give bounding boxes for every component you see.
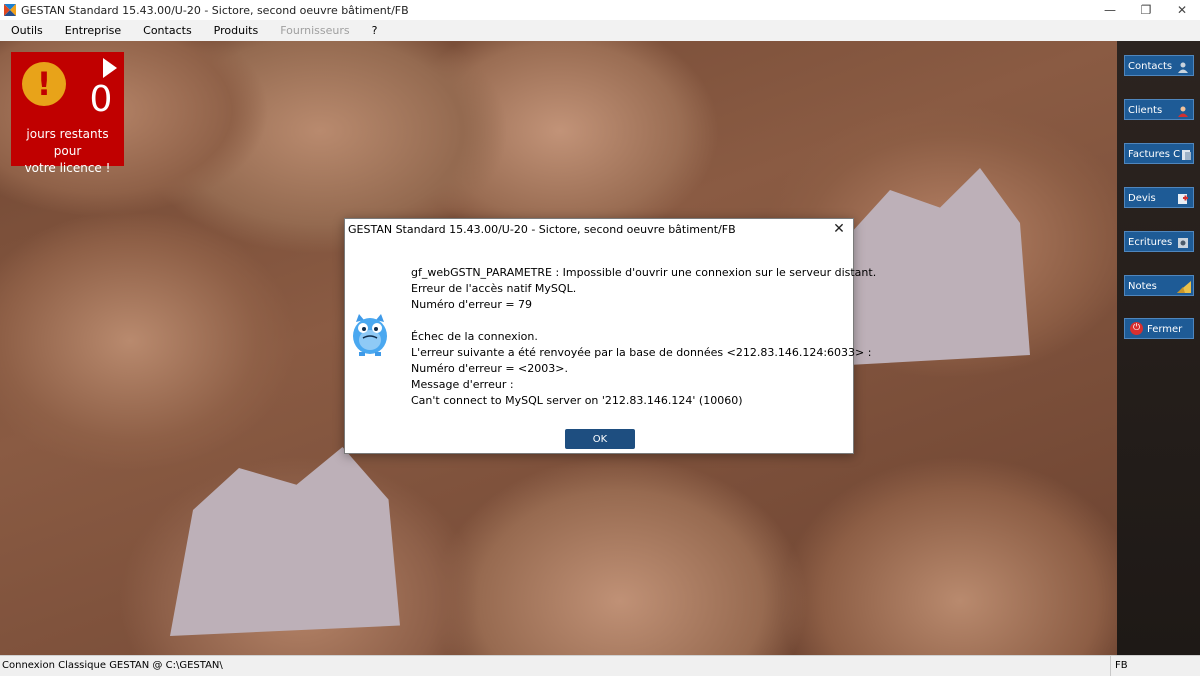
license-days-count: 0 [89, 79, 113, 120]
title-bar: GESTAN Standard 15.43.00/U-20 - Sictore,… [0, 0, 1200, 20]
side-button-label: Ecritures [1128, 237, 1173, 248]
side-button-notes[interactable]: Notes [1124, 275, 1194, 296]
side-button-fermer[interactable]: ⏻ Fermer [1124, 318, 1194, 339]
license-text: jours restants pour votre licence ! [11, 126, 124, 177]
restore-button[interactable]: ❐ [1128, 0, 1164, 20]
error-line: Erreur de l'accès natif MySQL. [411, 282, 577, 295]
status-bar: Connexion Classique GESTAN @ C:\GESTAN\ … [0, 655, 1200, 676]
error-line: Numéro d'erreur = 79 [411, 298, 533, 311]
side-button-label: Factures C [1128, 149, 1181, 160]
play-icon[interactable] [103, 58, 117, 78]
menu-produits[interactable]: Produits [203, 20, 270, 41]
side-button-label: Fermer [1147, 324, 1183, 335]
error-dialog: GESTAN Standard 15.43.00/U-20 - Sictore,… [344, 218, 877, 454]
side-button-factures[interactable]: Factures C [1124, 143, 1194, 164]
dialog-close-button[interactable]: ✕ [830, 221, 848, 237]
dialog-title: GESTAN Standard 15.43.00/U-20 - Sictore,… [348, 223, 736, 236]
menu-outils[interactable]: Outils [0, 20, 54, 41]
client-icon [1177, 104, 1189, 117]
side-button-clients[interactable]: Clients [1124, 99, 1194, 120]
person-icon [1177, 60, 1189, 73]
broken-shell-left [170, 447, 400, 636]
ledger-icon [1177, 236, 1189, 248]
menu-fournisseurs: Fournisseurs [280, 24, 350, 37]
error-line: Échec de la connexion. [411, 330, 538, 343]
side-button-label: Contacts [1128, 61, 1173, 72]
side-button-devis[interactable]: Devis [1124, 187, 1194, 208]
invoice-icon [1180, 148, 1192, 160]
error-spacer [411, 313, 851, 329]
broken-shell-right [830, 168, 1030, 366]
license-text-line1: jours restants pour [26, 127, 109, 158]
ok-button[interactable]: OK [565, 429, 635, 449]
minimize-button[interactable]: — [1092, 0, 1128, 20]
monster-mascot-icon [350, 312, 390, 356]
power-icon: ⏻ [1130, 322, 1143, 335]
menu-help[interactable]: ? [361, 20, 389, 41]
side-button-label: Clients [1128, 105, 1163, 116]
error-line: Can't connect to MySQL server on '212.83… [411, 394, 743, 407]
license-text-line2: votre licence ! [24, 161, 111, 175]
error-line: L'erreur suivante a été renvoyée par la … [411, 346, 872, 359]
warning-icon: ! [22, 62, 66, 106]
window-controls: — ❐ ✕ [1092, 0, 1200, 20]
menu-entreprise[interactable]: Entreprise [54, 20, 132, 41]
error-line: gf_webGSTN_PARAMETRE : Impossible d'ouvr… [411, 266, 877, 279]
error-message: gf_webGSTN_PARAMETRE : Impossible d'ouvr… [411, 265, 877, 409]
note-icon [1177, 280, 1191, 293]
side-button-ecritures[interactable]: Ecritures [1124, 231, 1194, 252]
side-button-label: Notes [1128, 281, 1157, 292]
close-window-button[interactable]: ✕ [1164, 0, 1200, 20]
menu-contacts[interactable]: Contacts [132, 20, 203, 41]
window-title: GESTAN Standard 15.43.00/U-20 - Sictore,… [21, 3, 409, 17]
status-connection: Connexion Classique GESTAN @ C:\GESTAN\ [2, 660, 223, 671]
quote-icon [1177, 192, 1189, 204]
side-panel: Contacts Clients Factures C Devis Ecritu… [1117, 41, 1200, 655]
menu-bar: Outils Entreprise Contacts Produits Four… [0, 20, 1200, 41]
side-button-contacts[interactable]: Contacts [1124, 55, 1194, 76]
error-line: Message d'erreur : [411, 378, 514, 391]
side-button-label: Devis [1128, 193, 1156, 204]
license-badge[interactable]: ! 0 jours restants pour votre licence ! [11, 52, 124, 175]
error-line: Numéro d'erreur = <2003>. [411, 362, 568, 375]
gestan-logo-icon [4, 4, 16, 16]
status-separator [1110, 656, 1111, 676]
status-user: FB [1115, 660, 1128, 671]
